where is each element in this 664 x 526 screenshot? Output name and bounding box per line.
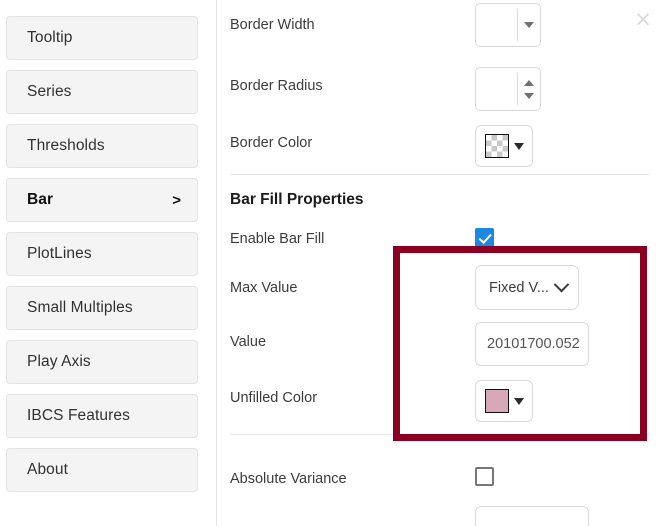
settings-panel-window: Tooltip Series Thresholds Bar > PlotLine… (0, 0, 664, 526)
section-title-bar-fill-properties: Bar Fill Properties (230, 191, 364, 208)
row-absolute-variance: Absolute Variance (217, 459, 664, 499)
spinner-down-icon[interactable] (524, 22, 534, 28)
sidebar-item-about[interactable]: About (6, 448, 198, 492)
border-width-label: Border Width (230, 17, 315, 33)
section-divider-top (230, 174, 650, 175)
sidebar-item-label: About (27, 461, 69, 478)
row-max-value: Max Value Fixed V... (217, 265, 664, 310)
sidebar-item-thresholds[interactable]: Thresholds (6, 124, 198, 168)
border-width-stepper[interactable] (475, 3, 541, 47)
border-radius-stepper[interactable] (475, 67, 541, 111)
sidebar-item-label: IBCS Features (27, 407, 130, 424)
sidebar-item-label: Series (27, 83, 72, 100)
next-field-partial-wrap (475, 506, 589, 526)
sidebar-item-label: Thresholds (27, 137, 105, 154)
sidebar-item-label: Small Multiples (27, 299, 133, 316)
spinner-buttons (518, 68, 540, 110)
spinner-down-icon[interactable] (524, 92, 534, 99)
row-value: Value (217, 321, 664, 366)
sidebar-item-series[interactable]: Series (6, 70, 198, 114)
sidebar-item-small-multiples[interactable]: Small Multiples (6, 286, 198, 330)
border-color-label: Border Color (230, 135, 313, 151)
transparent-checkerboard-swatch-icon (484, 134, 509, 158)
unfilled-color-swatch-icon (484, 389, 509, 413)
section-divider-bottom (230, 434, 650, 435)
max-value-select-wrap: Fixed V... (475, 265, 579, 310)
spinner-up-icon[interactable] (524, 79, 534, 86)
sidebar-navigation: Tooltip Series Thresholds Bar > PlotLine… (0, 0, 216, 526)
absolute-variance-checkbox[interactable] (475, 467, 494, 486)
sidebar-item-ibcs-features[interactable]: IBCS Features (6, 394, 198, 438)
enable-bar-fill-checkbox[interactable] (475, 228, 494, 247)
properties-panel: × Border Width Border Radius Border Colo… (217, 0, 664, 526)
unfilled-color-label: Unfilled Color (230, 390, 318, 406)
chevron-down-icon (553, 276, 570, 293)
border-color-picker[interactable] (475, 125, 533, 167)
row-border-radius: Border Radius (217, 67, 664, 111)
value-input[interactable] (475, 322, 589, 366)
next-field-input[interactable] (475, 506, 589, 526)
row-border-color: Border Color (217, 123, 664, 167)
sidebar-item-bar[interactable]: Bar > (6, 178, 198, 222)
sidebar-item-label: PlotLines (27, 245, 92, 262)
enable-bar-fill-checkbox-wrap (475, 228, 494, 247)
max-value-label: Max Value (230, 280, 298, 296)
sidebar-item-plotlines[interactable]: PlotLines (6, 232, 198, 276)
absolute-variance-checkbox-wrap (475, 467, 494, 486)
spinner-buttons (518, 4, 540, 46)
max-value-selected-option: Fixed V... (489, 279, 549, 296)
border-radius-label: Border Radius (230, 78, 323, 94)
caret-down-icon (513, 142, 524, 150)
caret-down-icon (513, 397, 524, 405)
max-value-select[interactable]: Fixed V... (475, 265, 579, 310)
absolute-variance-label: Absolute Variance (230, 471, 347, 487)
unfilled-color-picker[interactable] (475, 380, 533, 422)
row-border-width: Border Width (217, 3, 664, 53)
row-enable-bar-fill: Enable Bar Fill (217, 219, 664, 259)
border-width-input[interactable] (476, 4, 517, 46)
enable-bar-fill-label: Enable Bar Fill (230, 231, 325, 247)
sidebar-item-label: Play Axis (27, 353, 91, 370)
sidebar-item-play-axis[interactable]: Play Axis (6, 340, 198, 384)
sidebar-item-tooltip[interactable]: Tooltip (6, 16, 198, 60)
border-radius-input[interactable] (476, 68, 517, 110)
sidebar-item-list: Tooltip Series Thresholds Bar > PlotLine… (6, 16, 198, 502)
sidebar-item-label: Tooltip (27, 29, 73, 46)
value-label: Value (230, 334, 267, 350)
chevron-right-icon: > (172, 191, 181, 209)
sidebar-item-label: Bar (27, 191, 54, 208)
value-input-wrap (475, 322, 589, 366)
row-unfilled-color: Unfilled Color (217, 378, 664, 422)
